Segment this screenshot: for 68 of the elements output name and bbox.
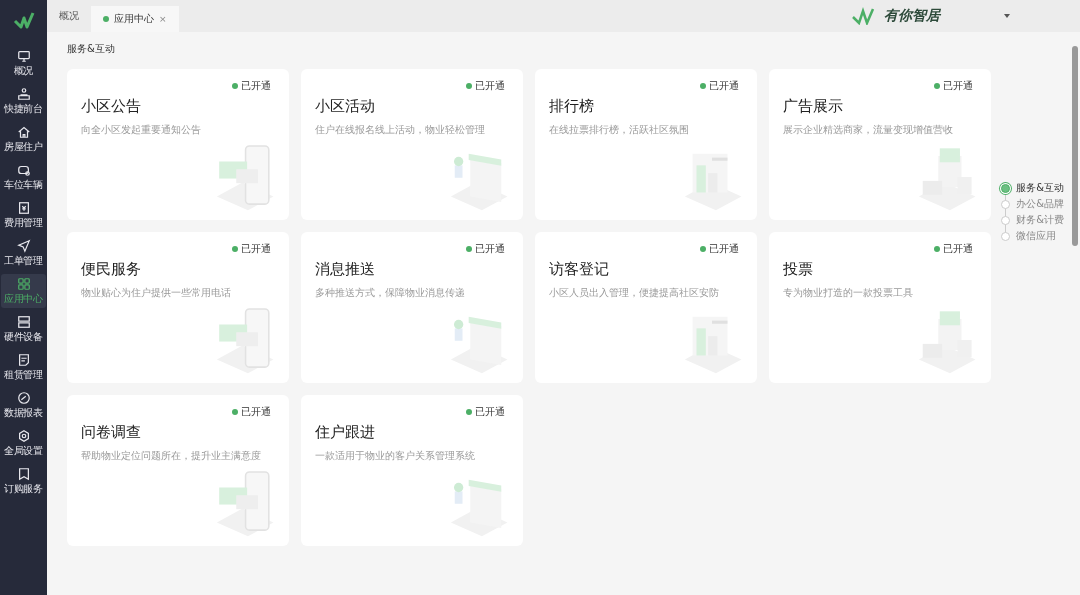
close-icon[interactable]: × [159,14,167,24]
card-description: 帮助物业定位问题所在，提升业主满意度 [81,449,261,463]
app-card[interactable]: 已开通 小区公告 向全小区发起重要通知公告 [67,69,289,220]
app-card[interactable]: 已开通 广告展示 展示企业精选商家，流量变现增值营收 [769,69,991,220]
status-text: 已开通 [475,79,505,93]
tab[interactable]: 概况 [47,0,91,32]
monitor-icon [16,49,31,63]
card-description: 多种推送方式，保障物业消息传递 [315,286,465,300]
scrollbar[interactable] [1072,46,1078,246]
status-text: 已开通 [943,79,973,93]
card-description: 在线拉票排行榜，活跃社区氛围 [549,123,689,137]
card-title: 消息推送 [315,260,375,279]
status-text: 已开通 [475,405,505,419]
document-icon [16,353,31,367]
status-text: 已开通 [709,242,739,256]
grid-icon [16,277,31,291]
stepper-item[interactable]: 服务&互动 [1001,180,1064,196]
stepper-item[interactable]: 办公&品牌 [1001,196,1064,212]
card-title: 小区公告 [81,97,141,116]
sidebar-item[interactable]: 租赁管理 [1,350,46,384]
app-card[interactable]: 已开通 排行榜 在线拉票排行榜，活跃社区氛围 [535,69,757,220]
sidebar-item[interactable]: 概况 [1,46,46,80]
gauge-icon [16,391,31,405]
status-text: 已开通 [709,79,739,93]
brand-name: 有你智居 [884,7,940,25]
home-icon [16,125,31,139]
card-description: 向全小区发起重要通知公告 [81,123,201,137]
hexagon-settings-icon [16,429,31,443]
sidebar-item[interactable]: 工单管理 [1,236,46,270]
sidebar-item[interactable]: 费用管理 [1,198,46,232]
app-card[interactable]: 已开通 消息推送 多种推送方式，保障物业消息传递 [301,232,523,383]
status-text: 已开通 [241,242,271,256]
app-card[interactable]: 已开通 访客登记 小区人员出入管理，便捷提高社区安防 [535,232,757,383]
card-description: 住户在线报名线上活动，物业轻松管理 [315,123,485,137]
stepper-item[interactable]: 微信应用 [1001,228,1064,244]
sidebar-item[interactable]: 快捷前台 [1,84,46,118]
status-text: 已开通 [241,79,271,93]
card-description: 小区人员出入管理，便捷提高社区安防 [549,286,719,300]
bookmark-icon [16,467,31,481]
app-card[interactable]: 已开通 问卷调查 帮助物业定位问题所在，提升业主满意度 [67,395,289,546]
card-title: 访客登记 [549,260,609,279]
status-text: 已开通 [241,405,271,419]
card-title: 住户跟进 [315,423,375,442]
sidebar-item[interactable]: 车位车辆 [1,160,46,194]
status-dot [103,16,109,22]
sidebar-item[interactable]: 硬件设备 [1,312,46,346]
card-title: 投票 [783,260,813,279]
server-icon [16,315,31,329]
sidebar-item[interactable]: 订购服务 [1,464,46,498]
sidebar-item[interactable]: 应用中心 [1,274,46,308]
card-description: 展示企业精选商家，流量变现增值营收 [783,123,953,137]
sidebar-item[interactable]: 房屋住户 [1,122,46,156]
sidebar-item[interactable]: 全局设置 [1,426,46,460]
card-title: 广告展示 [783,97,843,116]
status-text: 已开通 [943,242,973,256]
app-card[interactable]: 已开通 小区活动 住户在线报名线上活动，物业轻松管理 [301,69,523,220]
caret-icon[interactable] [1004,14,1010,18]
tab[interactable]: 应用中心 × [91,6,179,32]
card-title: 问卷调查 [81,423,141,442]
sidebar-item[interactable]: 数据报表 [1,388,46,422]
status-text: 已开通 [475,242,505,256]
yen-icon [16,201,31,215]
send-icon [16,239,31,253]
card-title: 小区活动 [315,97,375,116]
section-title: 服务&互动 [67,42,115,56]
card-title: 便民服务 [81,260,141,279]
person-desk-icon [16,87,31,101]
card-title: 排行榜 [549,97,594,116]
